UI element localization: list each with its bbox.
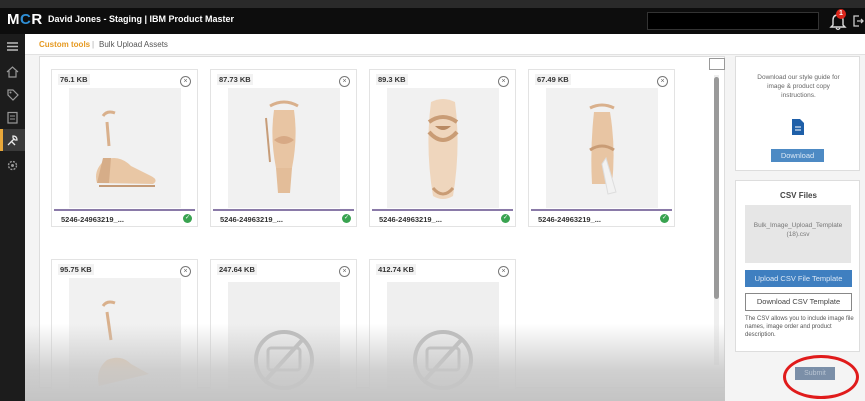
logout-icon[interactable]: [852, 14, 864, 28]
remove-asset-button[interactable]: ×: [180, 76, 191, 87]
csv-help-text: The CSV allows you to include image file…: [745, 316, 854, 338]
asset-card: 87.73 KB × 5246-24963219_... ✓: [210, 69, 357, 227]
bottom-overlay: [25, 324, 725, 401]
home-icon[interactable]: [5, 64, 20, 79]
upload-success-icon: ✓: [501, 214, 510, 223]
upload-success-icon: ✓: [342, 214, 351, 223]
download-csv-template-button[interactable]: Download CSV Template: [745, 293, 852, 311]
notification-count-badge: 1: [836, 9, 846, 19]
breadcrumb: Custom tools | Bulk Upload Assets: [25, 34, 865, 55]
app-title: David Jones - Staging | IBM Product Mast…: [48, 14, 235, 24]
file-size-label: 247.64 KB: [217, 264, 257, 275]
file-size-label: 412.74 KB: [376, 264, 416, 275]
upload-progress-bar: [531, 209, 672, 211]
remove-asset-button[interactable]: ×: [498, 76, 509, 87]
remove-asset-button[interactable]: ×: [498, 266, 509, 277]
product-image: [387, 88, 499, 208]
file-size-label: 95.75 KB: [58, 264, 94, 275]
menu-icon[interactable]: [5, 39, 20, 54]
asset-card: 89.3 KB × 5246-24963219_... ✓: [369, 69, 516, 227]
scrollbar-thumb[interactable]: [714, 77, 719, 299]
breadcrumb-separator: |: [92, 40, 95, 49]
upload-success-icon: ✓: [183, 214, 192, 223]
file-name-label: 5246-24963219_...: [379, 215, 442, 224]
file-size-label: 89.3 KB: [376, 74, 408, 85]
csv-files-title: CSV Files: [780, 191, 817, 200]
product-image: [228, 88, 340, 208]
wedge-sandal-image: [96, 110, 156, 187]
remove-asset-button[interactable]: ×: [180, 266, 191, 277]
csv-files-card: CSV Files Bulk_Image_Upload_Template (18…: [735, 180, 860, 352]
style-guide-download-button[interactable]: Download: [771, 149, 824, 162]
file-size-label: 67.49 KB: [535, 74, 571, 85]
upload-progress-bar: [372, 209, 513, 211]
remove-asset-button[interactable]: ×: [657, 76, 668, 87]
style-guide-card: Download our style guide for image & pro…: [735, 56, 860, 171]
upload-progress-bar: [213, 209, 354, 211]
remove-asset-button[interactable]: ×: [339, 76, 350, 87]
asset-card: 67.49 KB × 5246-24963219_... ✓: [528, 69, 675, 227]
file-name-label: 5246-24963219_...: [538, 215, 601, 224]
product-image: [546, 88, 658, 208]
breadcrumb-bulk-upload-assets: Bulk Upload Assets: [99, 40, 168, 49]
sidebar: [0, 34, 25, 401]
file-name-label: 5246-24963219_...: [61, 215, 124, 224]
tag-icon[interactable]: [5, 87, 20, 102]
sandal-back-image: [589, 103, 617, 195]
csv-file-name[interactable]: Bulk_Image_Upload_Template (18).csv: [745, 205, 851, 263]
sandal-top-image: [427, 99, 459, 199]
asset-card: 76.1 KB × 5246-24963219_... ✓: [51, 69, 198, 227]
clipboard-icon[interactable]: [5, 110, 20, 125]
upload-success-icon: ✓: [660, 214, 669, 223]
product-image: [69, 88, 181, 208]
remove-asset-button[interactable]: ×: [339, 266, 350, 277]
upload-progress-bar: [54, 209, 195, 211]
settings-icon[interactable]: [5, 158, 20, 173]
sandal-front-image: [265, 100, 299, 193]
highlight-circle-annotation: [783, 355, 859, 399]
panel-corner-control[interactable]: [709, 58, 725, 70]
upload-csv-template-button[interactable]: Upload CSV File Template: [745, 270, 852, 287]
file-name-label: 5246-24963219_...: [220, 215, 283, 224]
tools-icon[interactable]: [5, 133, 20, 148]
file-size-label: 76.1 KB: [58, 74, 90, 85]
header-search-input[interactable]: [647, 12, 819, 30]
breadcrumb-custom-tools[interactable]: Custom tools: [39, 40, 90, 49]
style-guide-text: Download our style guide for image & pro…: [757, 74, 840, 99]
main-content: Custom tools | Bulk Upload Assets 76.1 K…: [25, 34, 865, 401]
file-size-label: 87.73 KB: [217, 74, 253, 85]
document-icon: [792, 119, 804, 135]
app-window: MCR David Jones - Staging | IBM Product …: [0, 0, 865, 401]
top-bar: MCR David Jones - Staging | IBM Product …: [0, 8, 865, 34]
app-logo[interactable]: MCR: [7, 11, 43, 28]
